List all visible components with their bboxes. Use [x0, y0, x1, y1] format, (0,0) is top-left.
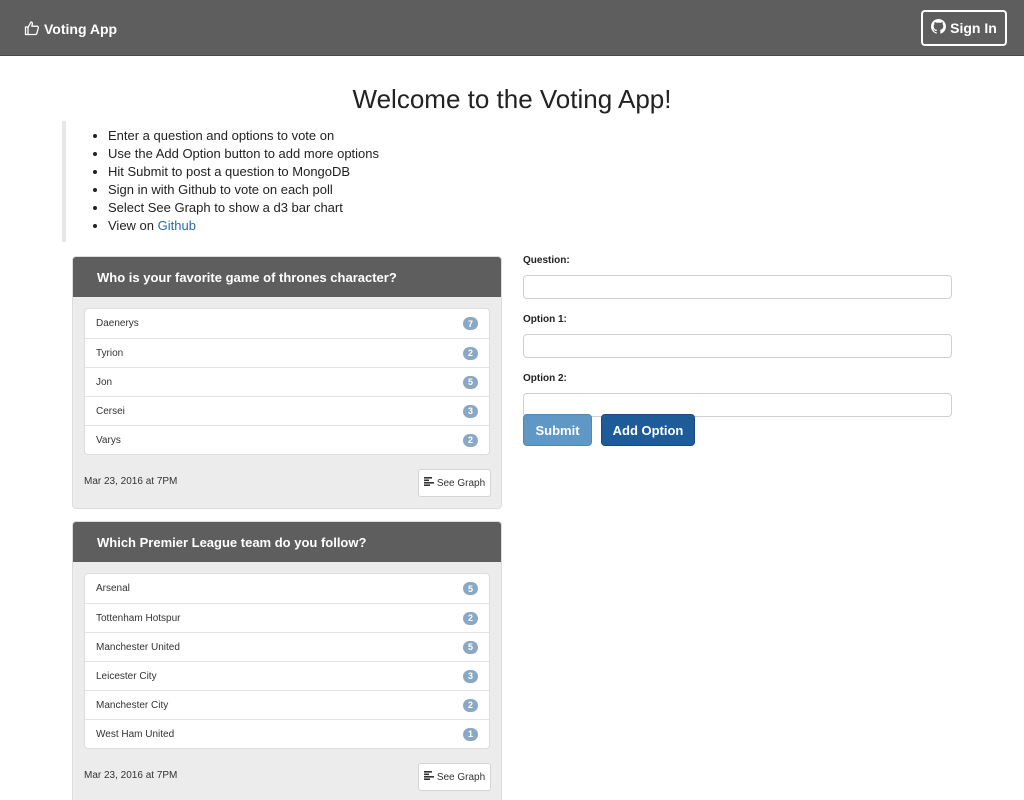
option-label: Varys	[96, 434, 121, 446]
poll-option[interactable]: Tyrion 2	[85, 338, 489, 367]
see-graph-label: See Graph	[436, 477, 486, 489]
github-link[interactable]: Github	[158, 218, 196, 233]
option-label: West Ham United	[96, 728, 175, 740]
poll-option[interactable]: Tottenham Hotspur 2	[85, 603, 489, 632]
poll-timestamp: Mar 23, 2016 at 7PM	[84, 770, 178, 781]
bar-chart-icon	[423, 477, 437, 489]
vote-count-badge: 3	[463, 404, 478, 418]
option-label: Manchester City	[96, 699, 169, 711]
sign-in-label: Sign In	[950, 20, 997, 36]
form-buttons: Submit Add Option	[523, 414, 952, 446]
option-label: Manchester United	[96, 641, 180, 653]
vote-count-badge: 5	[463, 640, 478, 654]
navbar: Voting App Sign In	[0, 0, 1024, 56]
option-2-label: Option 2:	[523, 373, 567, 384]
option-label: Leicester City	[96, 670, 157, 682]
see-graph-label: See Graph	[436, 771, 486, 783]
instruction-item: Hit Submit to post a question to MongoDB	[108, 163, 502, 181]
instructions-blockquote: Enter a question and options to vote on …	[62, 121, 502, 242]
poll-options: Arsenal 5 Tottenham Hotspur 2 Manchester U…	[84, 573, 490, 749]
new-poll-form: Question: Option 1: Option 2: Submit Add…	[523, 255, 952, 446]
poll-option[interactable]: Manchester United 5	[85, 632, 489, 661]
vote-count-badge: 2	[463, 611, 478, 625]
poll-option[interactable]: Manchester City 2	[85, 690, 489, 719]
poll-question: Who is your favorite game of thrones cha…	[73, 257, 501, 297]
instruction-item: View on Github	[108, 217, 502, 235]
bar-chart-icon	[423, 771, 437, 783]
instructions-list: Enter a question and options to vote on …	[108, 127, 502, 235]
question-input[interactable]	[523, 275, 952, 299]
poll-footer: Mar 23, 2016 at 7PM See Graph	[73, 749, 501, 800]
see-graph-button[interactable]: See Graph	[418, 469, 491, 497]
option-1-label: Option 1:	[523, 314, 567, 325]
option-label: Cersei	[96, 405, 125, 417]
option-label: Arsenal	[96, 583, 130, 594]
poll-footer: Mar 23, 2016 at 7PM See Graph	[73, 455, 501, 508]
option-label: Tyrion	[96, 347, 124, 359]
instruction-item: Sign in with Github to vote on each poll	[108, 181, 502, 199]
submit-button[interactable]: Submit	[523, 414, 592, 446]
github-icon	[931, 19, 950, 37]
poll-option[interactable]: Jon 5	[85, 367, 489, 396]
page-title: Welcome to the Voting App!	[352, 84, 672, 114]
vote-count-badge: 5	[463, 375, 478, 389]
vote-count-badge: 2	[463, 433, 478, 447]
poll-question: Which Premier League team do you follow?	[73, 522, 501, 562]
vote-count-badge: 2	[463, 346, 478, 360]
poll-option[interactable]: Cersei 3	[85, 396, 489, 425]
poll-option[interactable]: Daenerys 7	[85, 309, 489, 338]
option-1-input[interactable]	[523, 334, 952, 358]
option-label: Daenerys	[96, 318, 139, 329]
poll-options: Daenerys 7 Tyrion 2 Jon 5 Cersei 3 Varys 2	[84, 308, 490, 455]
see-graph-button[interactable]: See Graph	[418, 763, 491, 791]
vote-count-badge: 7	[463, 317, 478, 330]
sign-in-button[interactable]: Sign In	[921, 10, 1007, 46]
option-label: Tottenham Hotspur	[96, 612, 181, 624]
vote-count-badge: 1	[463, 727, 478, 741]
brand-link[interactable]: Voting App	[24, 18, 117, 40]
poll-timestamp: Mar 23, 2016 at 7PM	[84, 476, 178, 487]
poll-option[interactable]: West Ham United 1	[85, 719, 489, 748]
vote-count-badge: 2	[463, 698, 478, 712]
poll-option[interactable]: Leicester City 3	[85, 661, 489, 690]
instruction-item: Enter a question and options to vote on	[108, 127, 502, 145]
poll-card: Who is your favorite game of thrones cha…	[72, 256, 502, 509]
view-on-text: View on	[108, 218, 155, 233]
vote-count-badge: 3	[463, 669, 478, 683]
brand-label: Voting App	[44, 21, 118, 37]
add-option-button[interactable]: Add Option	[601, 414, 695, 446]
thumbs-up-icon	[24, 20, 44, 39]
vote-count-badge: 5	[463, 582, 478, 595]
option-label: Jon	[96, 376, 113, 388]
question-label: Question:	[523, 255, 570, 266]
instruction-item: Select See Graph to show a d3 bar chart	[108, 199, 502, 217]
poll-option[interactable]: Varys 2	[85, 425, 489, 454]
poll-card: Which Premier League team do you follow?…	[72, 521, 502, 800]
poll-option[interactable]: Arsenal 5	[85, 574, 489, 603]
instruction-item: Use the Add Option button to add more op…	[108, 145, 502, 163]
